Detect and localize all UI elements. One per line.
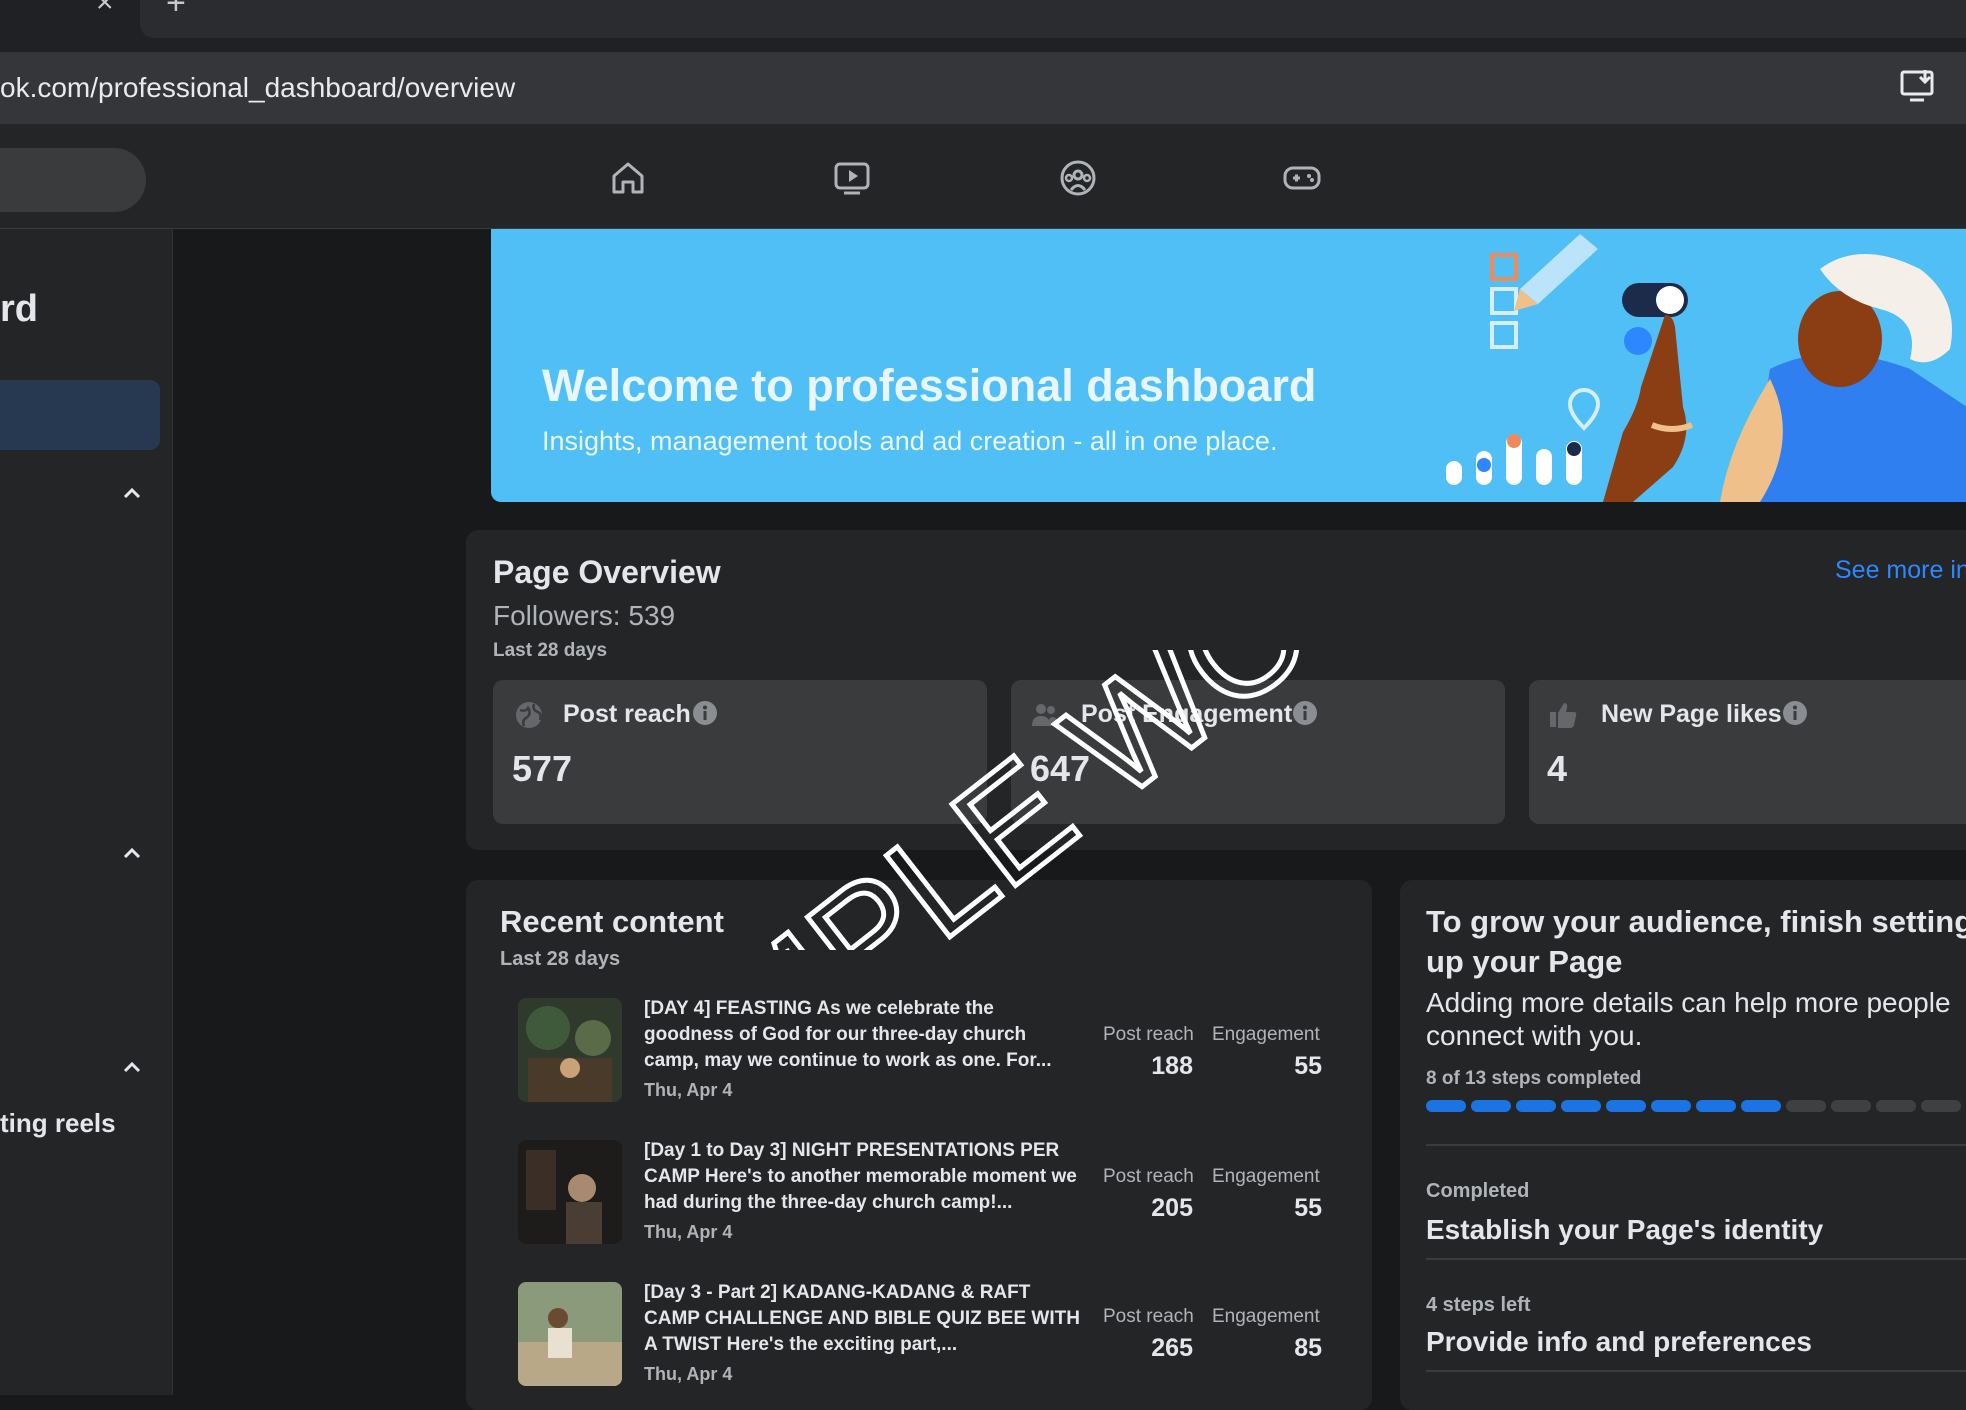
divider	[1426, 1370, 1966, 1372]
facebook-top-nav	[0, 124, 1966, 229]
page-overview-title: Page Overview	[493, 554, 721, 590]
home-icon[interactable]	[604, 154, 652, 202]
post-reach-label: Post reach	[1103, 1024, 1194, 1045]
banner-illustration	[1446, 234, 1966, 502]
post-reach-value: 188	[1151, 1052, 1193, 1080]
progress-segment-incomplete	[1921, 1100, 1961, 1112]
post-date: Thu, Apr 4	[644, 1080, 733, 1100]
step-item-info-preferences[interactable]: Provide info and preferences	[1426, 1326, 1812, 1358]
tab-strip	[140, 0, 1966, 38]
post-reach-label: Post reach	[1103, 1306, 1194, 1327]
divider	[1426, 1258, 1966, 1260]
post-thumbnail[interactable]	[518, 998, 622, 1102]
watermark: SAMPLE WORKS	[560, 650, 1560, 950]
post-date: Thu, Apr 4	[644, 1364, 733, 1384]
progress-segment-incomplete	[1786, 1100, 1826, 1112]
progress-segment-complete	[1606, 1100, 1646, 1112]
new-tab-button[interactable]: +	[166, 0, 186, 23]
post-date: Thu, Apr 4	[644, 1222, 733, 1242]
info-icon[interactable]	[1782, 700, 1808, 726]
divider	[1426, 1144, 1966, 1146]
progress-segment-complete	[1696, 1100, 1736, 1112]
post-thumbnail[interactable]	[518, 1140, 622, 1244]
step-item-identity[interactable]: Establish your Page's identity	[1426, 1214, 1823, 1246]
progress-segment-complete	[1651, 1100, 1691, 1112]
search-input[interactable]	[0, 148, 146, 212]
completed-label: Completed	[1426, 1180, 1530, 1202]
post-reach-value: 205	[1151, 1194, 1193, 1222]
sidebar-item-active[interactable]	[0, 380, 160, 450]
progress-segment-complete	[1426, 1100, 1466, 1112]
chevron-up-icon[interactable]	[120, 482, 144, 506]
url-field[interactable]: ok.com/professional_dashboard/overview	[0, 72, 515, 104]
date-range-label: Last 28 days	[500, 948, 621, 970]
sidebar-item-reels[interactable]: ting reels	[0, 1108, 116, 1139]
progress-segment-incomplete	[1831, 1100, 1871, 1112]
steps-progress-text: 8 of 13 steps completed	[1426, 1068, 1642, 1089]
progress-segment-complete	[1471, 1100, 1511, 1112]
engagement-value: 55	[1294, 1052, 1322, 1080]
groups-icon[interactable]	[1054, 154, 1102, 202]
banner-subtitle: Insights, management tools and ad creati…	[542, 426, 1278, 456]
video-icon[interactable]	[828, 154, 876, 202]
progress-segment-complete	[1561, 1100, 1601, 1112]
post-text[interactable]: [Day 3 - Part 2] KADANG-KADANG & RAFT CA…	[644, 1280, 1084, 1358]
grow-audience-subtitle: Adding more details can help more people…	[1426, 987, 1951, 1051]
progress-segment-complete	[1741, 1100, 1781, 1112]
globe-icon	[516, 702, 542, 728]
engagement-value: 55	[1294, 1194, 1322, 1222]
followers-count: Followers: 539	[493, 600, 676, 631]
steps-left-label: 4 steps left	[1426, 1294, 1531, 1316]
engagement-value: 85	[1294, 1334, 1322, 1362]
post-reach-label: Post reach	[1103, 1166, 1194, 1187]
engagement-label: Engagement	[1212, 1306, 1320, 1327]
chevron-up-icon[interactable]	[120, 842, 144, 866]
watermark-text: SAMPLE WORKS	[560, 650, 1560, 950]
chevron-up-icon[interactable]	[120, 1056, 144, 1080]
engagement-label: Engagement	[1212, 1024, 1320, 1045]
post-thumbnail[interactable]	[518, 1282, 622, 1386]
gaming-icon[interactable]	[1278, 154, 1326, 202]
banner-title: Welcome to professional dashboard	[542, 360, 1317, 411]
tab-close-button[interactable]: ×	[96, 0, 114, 20]
post-text[interactable]: [DAY 4] FEASTING As we celebrate the goo…	[644, 996, 1084, 1074]
progress-segment-incomplete	[1876, 1100, 1916, 1112]
metric-label: New Page likes	[1601, 700, 1782, 728]
progress-segment-complete	[1516, 1100, 1556, 1112]
post-text[interactable]: [Day 1 to Day 3] NIGHT PRESENTATIONS PER…	[644, 1138, 1084, 1216]
see-more-insights-link[interactable]: See more in	[1835, 556, 1966, 585]
engagement-label: Engagement	[1212, 1166, 1320, 1187]
post-reach-value: 265	[1151, 1334, 1193, 1362]
install-app-icon[interactable]	[1898, 66, 1938, 106]
sidebar-title: rd	[0, 288, 38, 330]
